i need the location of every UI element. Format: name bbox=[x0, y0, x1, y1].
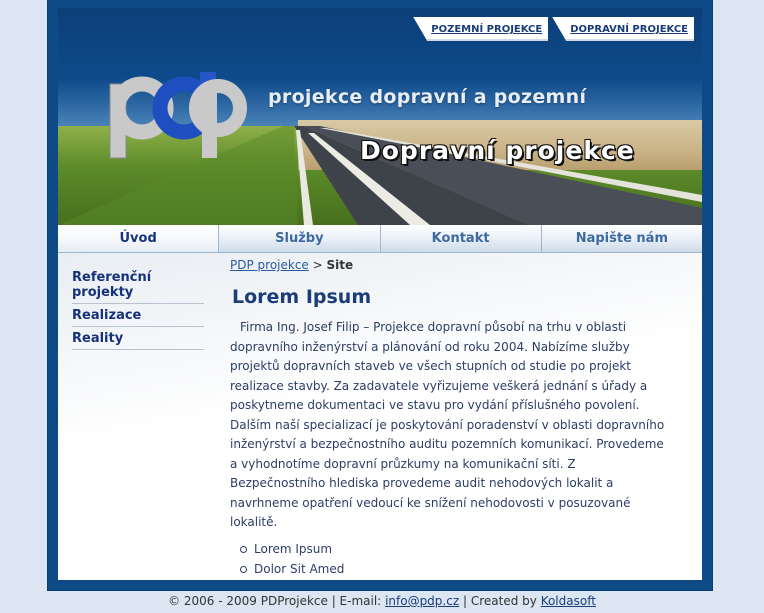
intro-paragraph: Firma Ing. Josef Filip – Projekce doprav… bbox=[230, 320, 665, 529]
nav-kontakt[interactable]: Kontakt bbox=[379, 225, 541, 252]
page-container: POZEMNÍ PROJEKCE DOPRAVNÍ PROJEKCE proje… bbox=[58, 8, 702, 580]
breadcrumb-current: Site bbox=[326, 258, 354, 272]
breadcrumb-separator: > bbox=[312, 258, 323, 272]
sidebar-item-referencni-projekty[interactable]: Referenční projekty bbox=[72, 268, 204, 304]
footer-created-by: | Created by bbox=[462, 594, 537, 608]
breadcrumb-home-link[interactable]: PDP projekce bbox=[230, 258, 309, 272]
breadcrumb: PDP projekce > Site bbox=[230, 258, 670, 272]
nav-napiste-nam[interactable]: Napište nám bbox=[540, 225, 702, 252]
footer: © 2006 - 2009 PDProjekce | E-mail: info@… bbox=[0, 594, 764, 608]
pdp-logo[interactable] bbox=[108, 72, 248, 162]
main-content: PDP projekce > Site Lorem Ipsum Firma In… bbox=[230, 258, 670, 579]
nav-sluzby[interactable]: Služby bbox=[218, 225, 380, 252]
top-links: POZEMNÍ PROJEKCE DOPRAVNÍ PROJEKCE bbox=[413, 17, 694, 41]
page-frame: POZEMNÍ PROJEKCE DOPRAVNÍ PROJEKCE proje… bbox=[48, 0, 712, 590]
banner-title: Dopravní projekce bbox=[360, 136, 635, 165]
page-title: Lorem Ipsum bbox=[232, 286, 372, 308]
sidebar-item-realizace[interactable]: Realizace bbox=[72, 306, 204, 327]
bullet-list: Lorem Ipsum Dolor Sit Amed bbox=[230, 539, 670, 579]
footer-email-link[interactable]: info@pdp.cz bbox=[385, 594, 459, 608]
sidebar: Referenční projekty Realizace Reality bbox=[72, 268, 204, 352]
header-banner: POZEMNÍ PROJEKCE DOPRAVNÍ PROJEKCE proje… bbox=[58, 8, 702, 225]
main-nav: Úvod Služby Kontakt Napište nám bbox=[58, 225, 702, 253]
nav-uvod[interactable]: Úvod bbox=[58, 225, 219, 252]
footer-author-link[interactable]: Koldasoft bbox=[541, 594, 596, 608]
top-link-dopravni[interactable]: DOPRAVNÍ PROJEKCE bbox=[552, 17, 694, 41]
sidebar-item-reality[interactable]: Reality bbox=[72, 329, 204, 350]
top-link-pozemni[interactable]: POZEMNÍ PROJEKCE bbox=[413, 17, 549, 41]
list-item: Dolor Sit Amed bbox=[240, 559, 670, 579]
list-item: Lorem Ipsum bbox=[240, 539, 670, 559]
tagline: projekce dopravní a pozemní bbox=[268, 86, 587, 108]
footer-copyright: © 2006 - 2009 PDProjekce | E-mail: bbox=[168, 594, 382, 608]
